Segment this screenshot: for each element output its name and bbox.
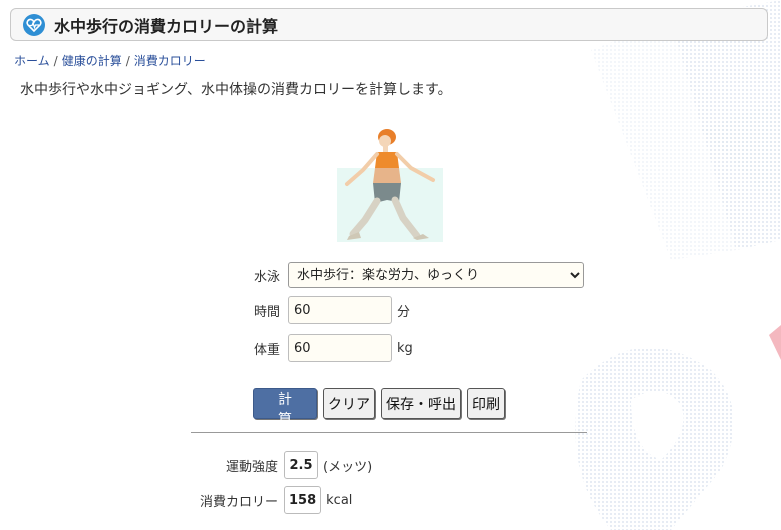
activity-label: 水泳 xyxy=(253,269,280,285)
calories-row: 消費カロリー 158 kcal xyxy=(190,486,352,514)
print-button[interactable]: 印刷 xyxy=(467,388,505,419)
result-divider xyxy=(191,432,587,433)
heart-pulse-icon xyxy=(23,13,45,36)
action-buttons: 計 算 クリア 保存・呼出 印刷 xyxy=(253,388,511,428)
time-unit: 分 xyxy=(397,304,411,320)
breadcrumb-separator: / xyxy=(125,54,130,68)
time-input[interactable] xyxy=(288,296,392,324)
intensity-label: 運動強度 xyxy=(225,459,278,475)
breadcrumb-home[interactable]: ホーム xyxy=(14,54,50,68)
save-load-button[interactable]: 保存・呼出 xyxy=(381,388,461,419)
page-description: 水中歩行や水中ジョギング、水中体操の消費カロリーを計算します。 xyxy=(20,82,452,98)
weight-label: 体重 xyxy=(253,342,280,358)
intensity-value: 2.5 xyxy=(284,451,318,479)
calories-label: 消費カロリー xyxy=(199,494,278,510)
breadcrumb-health-calc[interactable]: 健康の計算 xyxy=(62,54,122,68)
page-title: 水中歩行の消費カロリーの計算 xyxy=(54,16,279,36)
activity-select[interactable]: 水中歩行：楽な労力、ゆっくり xyxy=(288,262,584,288)
calories-unit: kcal xyxy=(326,492,353,508)
breadcrumb-calories[interactable]: 消費カロリー xyxy=(134,54,206,68)
water-walking-illustration xyxy=(337,129,443,242)
weight-input[interactable] xyxy=(288,334,392,362)
clear-button[interactable]: クリア xyxy=(323,388,375,419)
time-row: 時間 分 xyxy=(250,296,410,324)
calculate-button[interactable]: 計 算 xyxy=(253,388,317,428)
activity-row: 水泳 水中歩行：楽な労力、ゆっくり xyxy=(250,262,584,288)
breadcrumb: ホーム / 健康の計算 / 消費カロリー xyxy=(14,52,206,69)
time-label: 時間 xyxy=(253,304,280,320)
title-bar: 水中歩行の消費カロリーの計算 xyxy=(10,8,768,41)
intensity-unit: (メッツ) xyxy=(323,459,373,475)
calories-value: 158 xyxy=(284,486,322,514)
weight-unit: kg xyxy=(397,340,413,356)
breadcrumb-separator: / xyxy=(53,54,58,68)
intensity-row: 運動強度 2.5 (メッツ) xyxy=(190,451,372,479)
weight-row: 体重 kg xyxy=(250,334,413,362)
